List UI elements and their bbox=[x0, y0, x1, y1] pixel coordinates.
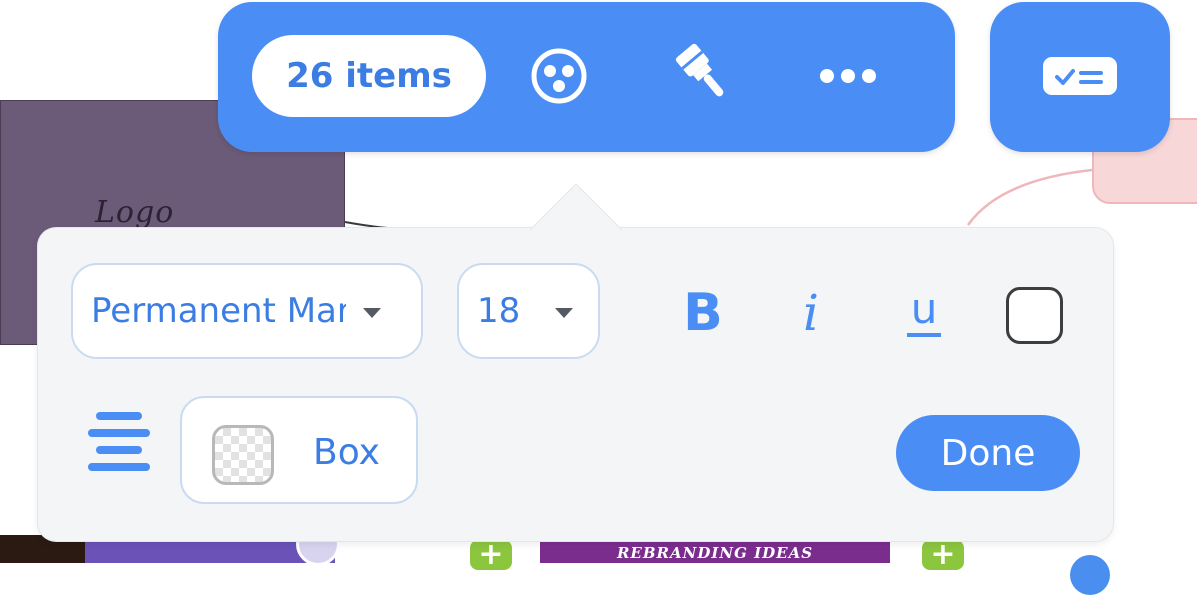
text-color-swatch[interactable] bbox=[1006, 287, 1063, 344]
transparent-fill-swatch bbox=[212, 425, 274, 485]
bold-button[interactable]: B bbox=[673, 278, 733, 348]
underline-button[interactable]: u bbox=[894, 278, 954, 348]
add-node-button[interactable]: + bbox=[470, 540, 512, 570]
done-button[interactable]: Done bbox=[896, 415, 1080, 491]
group-icon[interactable] bbox=[519, 36, 599, 116]
box-style-label: Box bbox=[313, 432, 380, 473]
card-checklist-icon[interactable] bbox=[1040, 36, 1120, 116]
paintbrush-icon[interactable] bbox=[663, 36, 743, 116]
rebranding-ideas-card[interactable]: REBRANDING IDEAS bbox=[540, 540, 890, 563]
chevron-down-icon bbox=[555, 308, 573, 318]
underline-label: u bbox=[906, 288, 942, 337]
selection-count-pill[interactable]: 26 items bbox=[252, 35, 486, 117]
font-size-select[interactable]: 18 bbox=[457, 263, 600, 359]
font-size-value: 18 bbox=[477, 291, 521, 331]
font-family-select[interactable]: Permanent Marker bbox=[71, 263, 423, 359]
chevron-down-icon bbox=[363, 308, 381, 318]
panel-notch bbox=[530, 184, 622, 231]
italic-button[interactable]: i bbox=[781, 278, 841, 348]
font-family-value: Permanent Marker bbox=[91, 291, 346, 331]
more-options-icon[interactable] bbox=[808, 36, 888, 116]
align-center-icon[interactable] bbox=[86, 410, 152, 474]
collaborator-dot bbox=[1070, 555, 1110, 595]
add-node-button[interactable]: + bbox=[922, 540, 964, 570]
